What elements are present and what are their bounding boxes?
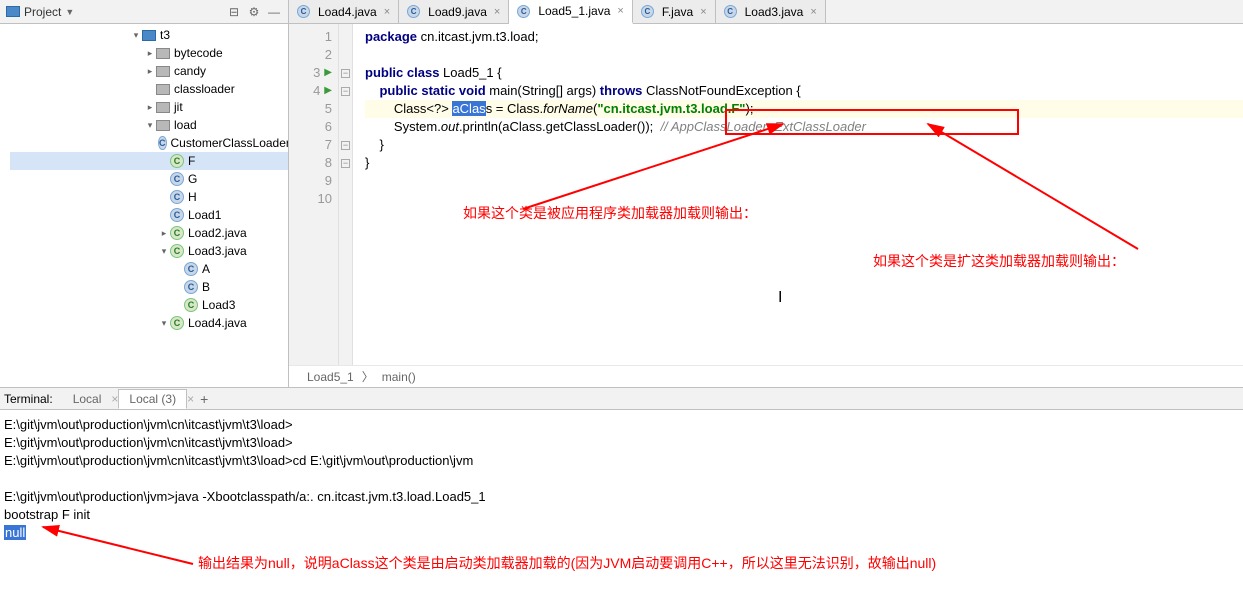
tree-class-h[interactable]: CH [10,188,288,206]
tree-file-load2[interactable]: ▸CLoad2.java [10,224,288,242]
terminal-line: null [4,524,1239,542]
tree-folder-jit[interactable]: ▸jit [10,98,288,116]
run-icon[interactable]: ▶ [324,82,332,100]
tab-f[interactable]: CF.java× [633,0,716,23]
terminal-label: Terminal: [4,392,53,406]
tree-class-g[interactable]: CG [10,170,288,188]
tree-class-load3c[interactable]: CLoad3 [10,296,288,314]
terminal-output[interactable]: E:\git\jvm\out\production\jvm\cn\itcast\… [0,410,1243,548]
tree-folder-classloader[interactable]: classloader [10,80,288,98]
project-view-dropdown[interactable]: ▼ [65,7,74,17]
terminal-tab-local[interactable]: Local [63,390,112,408]
text-cursor-icon: I [778,289,782,307]
tab-load4[interactable]: CLoad4.java× [289,0,399,23]
project-tree[interactable]: ▾t3 ▸bytecode ▸candy classloader ▸jit ▾l… [0,24,288,387]
annotation-box [725,109,1019,135]
fold-icon[interactable]: − [341,69,350,78]
breadcrumb[interactable]: Load5_1〉main() [289,365,1243,387]
code-editor[interactable]: 1 2 3▶ 4▶ 5 6 7 8 9 10 − − − − package c… [289,24,1243,365]
project-header: Project ▼ ⊟ ⚙ — [0,0,288,24]
fold-column: − − − − [339,24,353,365]
annotation-text-3: 输出结果为null，说明aClass这个类是由启动类加载器加载的(因为JVM启动… [198,554,936,572]
gear-icon[interactable]: ⚙ [246,4,262,20]
code-content[interactable]: package cn.itcast.jvm.t3.load; public cl… [353,24,1243,365]
terminal-line: E:\git\jvm\out\production\jvm\cn\itcast\… [4,416,1239,434]
tree-class-b[interactable]: CB [10,278,288,296]
terminal-tab-local3[interactable]: Local (3) [118,389,187,409]
fold-icon[interactable]: − [341,141,350,150]
tree-folder-load[interactable]: ▾load [10,116,288,134]
editor-tabs: CLoad4.java× CLoad9.java× CLoad5_1.java×… [289,0,1243,24]
editor-area: CLoad4.java× CLoad9.java× CLoad5_1.java×… [289,0,1243,387]
project-tool-window: Project ▼ ⊟ ⚙ — ▾t3 ▸bytecode ▸candy cla… [0,0,289,387]
hide-icon[interactable]: — [266,4,282,20]
close-icon[interactable]: × [384,6,390,18]
tree-class-f[interactable]: CF [10,152,288,170]
fold-icon[interactable]: − [341,159,350,168]
tab-load9[interactable]: CLoad9.java× [399,0,509,23]
terminal-line [4,470,1239,488]
run-icon[interactable]: ▶ [324,64,332,82]
terminal-line: E:\git\jvm\out\production\jvm\cn\itcast\… [4,452,1239,470]
tree-folder-t3[interactable]: ▾t3 [10,26,288,44]
terminal-line: E:\git\jvm\out\production\jvm>java -Xboo… [4,488,1239,506]
close-icon[interactable]: × [700,6,706,18]
terminal-line: bootstrap F init [4,506,1239,524]
fold-icon[interactable]: − [341,87,350,96]
tree-class-a[interactable]: CA [10,260,288,278]
collapse-all-icon[interactable]: ⊟ [226,4,242,20]
tree-folder-candy[interactable]: ▸candy [10,62,288,80]
project-icon [6,6,20,17]
close-icon[interactable]: × [617,5,623,17]
tab-load3[interactable]: CLoad3.java× [716,0,826,23]
annotation-text-2: 如果这个类是扩这类加载器加载则输出： [873,252,1125,270]
tree-file-load4[interactable]: ▾CLoad4.java [10,314,288,332]
gutter: 1 2 3▶ 4▶ 5 6 7 8 9 10 [289,24,339,365]
annotation-text-1: 如果这个类是被应用程序类加载器加载则输出： [463,204,757,222]
project-title: Project [24,5,61,19]
terminal-line: E:\git\jvm\out\production\jvm\cn\itcast\… [4,434,1239,452]
add-terminal-button[interactable]: + [200,391,208,407]
tree-class-ccl[interactable]: CCustomerClassLoader [10,134,288,152]
close-icon[interactable]: × [494,6,500,18]
tree-class-load1[interactable]: CLoad1 [10,206,288,224]
tree-folder-bytecode[interactable]: ▸bytecode [10,44,288,62]
tree-file-load3[interactable]: ▾CLoad3.java [10,242,288,260]
terminal-tabs: Terminal: Local× Local (3)× + [0,388,1243,410]
close-icon[interactable]: × [810,6,816,18]
tab-load5-1[interactable]: CLoad5_1.java× [509,0,633,24]
